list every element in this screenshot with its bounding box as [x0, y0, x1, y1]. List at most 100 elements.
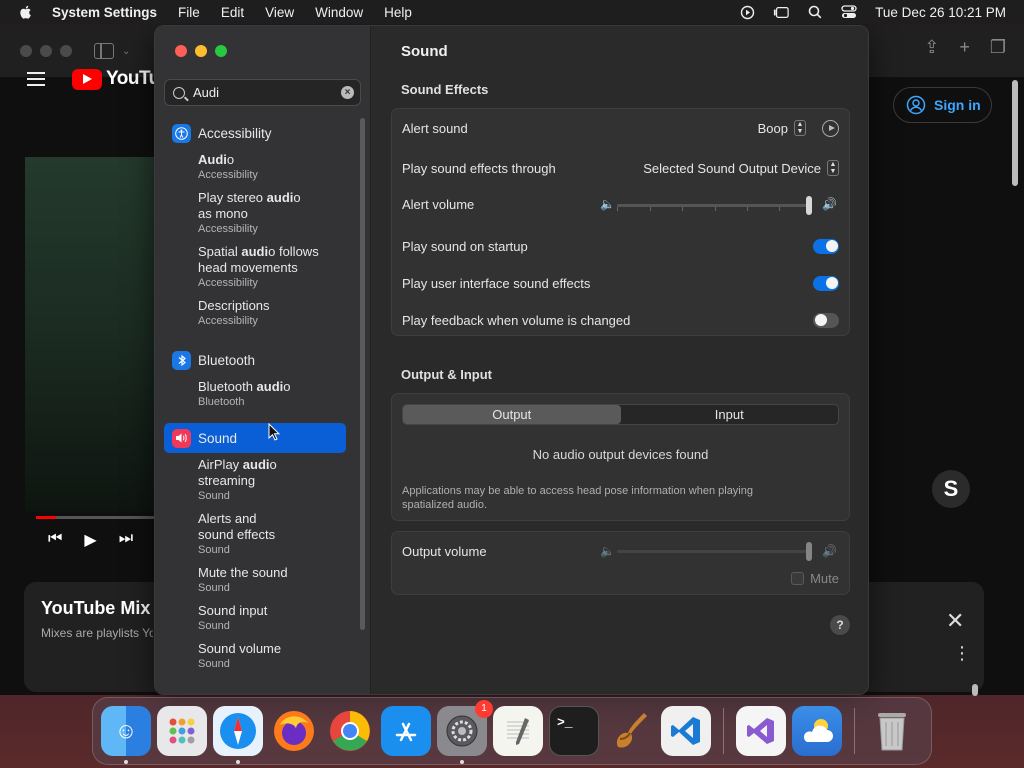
sidebar-item-sound[interactable]: Sound: [164, 423, 346, 453]
dock-trash-icon[interactable]: [867, 706, 917, 756]
menu-bar: System Settings File Edit View Window He…: [0, 0, 1024, 24]
sign-in-button[interactable]: Sign in: [893, 87, 992, 123]
stage-manager-icon[interactable]: [773, 4, 789, 20]
dock-chrome-icon[interactable]: [325, 706, 375, 756]
slider-thumb[interactable]: [806, 542, 812, 561]
menu-help[interactable]: Help: [384, 5, 412, 20]
minimize-window-button[interactable]: [195, 45, 207, 57]
result-category: Accessibility: [198, 223, 258, 235]
sidebar-item-accessibility[interactable]: Accessibility: [164, 118, 346, 148]
menu-window[interactable]: Window: [315, 5, 363, 20]
shazam-icon[interactable]: S: [932, 470, 970, 508]
dock-visual-studio-icon[interactable]: [736, 706, 786, 756]
page-title: Sound: [401, 43, 448, 60]
spotlight-search-icon[interactable]: [807, 4, 823, 20]
dock-safari-icon[interactable]: [213, 706, 263, 764]
search-input[interactable]: [193, 85, 333, 100]
volume-feedback-row: Play feedback when volume is changed: [402, 311, 839, 329]
dock-instruments-icon[interactable]: [605, 706, 655, 756]
dock-textedit-icon[interactable]: [493, 706, 543, 756]
result-sound-volume[interactable]: Sound volume Sound: [164, 641, 346, 671]
result-title: Bluetooth audio: [198, 379, 291, 394]
result-play-stereo-audio-as-mono[interactable]: Play stereo audio as mono Accessibility: [164, 190, 346, 236]
menu-clock[interactable]: Tue Dec 26 10:21 PM: [875, 5, 1006, 20]
volume-feedback-toggle[interactable]: [813, 312, 839, 328]
sidebar-search[interactable]: ×: [164, 79, 361, 106]
startup-sound-label: Play sound on startup: [402, 238, 528, 254]
result-mute-the-sound[interactable]: Mute the sound Sound: [164, 565, 346, 595]
result-descriptions[interactable]: Descriptions Accessibility: [164, 298, 346, 328]
result-alerts-and-sound-effects[interactable]: Alerts and sound effects Sound: [164, 511, 346, 557]
result-title: AirPlay audio streaming: [198, 457, 277, 488]
apple-menu-icon[interactable]: [18, 4, 34, 20]
more-options-icon[interactable]: ⋮: [953, 644, 971, 662]
preview-sound-icon[interactable]: [822, 119, 839, 137]
result-category: Sound: [198, 582, 230, 594]
volume-low-icon: 🔈: [600, 197, 615, 211]
browser-sidebar-icon[interactable]: [94, 43, 114, 59]
chevron-down-icon[interactable]: ⌄: [122, 46, 130, 57]
result-bluetooth-audio[interactable]: Bluetooth audio Bluetooth: [164, 379, 346, 409]
result-sound-input[interactable]: Sound input Sound: [164, 603, 346, 633]
ui-sound-effects-toggle[interactable]: [813, 275, 839, 291]
search-icon: [173, 86, 185, 99]
output-volume-slider[interactable]: [617, 542, 812, 561]
result-airplay-audio-streaming[interactable]: AirPlay audio streaming Sound: [164, 457, 346, 503]
result-category: Accessibility: [198, 169, 258, 181]
result-spatial-audio-follows-head[interactable]: Spatial audio follows head movements Acce…: [164, 244, 346, 290]
dock-terminal-icon[interactable]: >_: [549, 706, 599, 756]
screen-record-icon[interactable]: [739, 4, 755, 20]
close-icon[interactable]: ✕: [946, 608, 964, 634]
alert-sound-popup[interactable]: Boop ▲ ▼: [758, 119, 839, 137]
menu-file[interactable]: File: [178, 5, 200, 20]
alert-volume-slider[interactable]: [617, 196, 812, 215]
menu-view[interactable]: View: [265, 5, 294, 20]
browser-scrollbar[interactable]: [1012, 80, 1018, 186]
alert-sound-row: Alert sound Boop ▲ ▼: [402, 119, 839, 137]
video-player[interactable]: [25, 157, 155, 512]
video-progress-bar[interactable]: [36, 516, 154, 519]
tab-overview-icon[interactable]: ❐: [990, 37, 1006, 58]
sidebar-item-label: Accessibility: [198, 125, 272, 141]
close-window-button[interactable]: [175, 45, 187, 57]
dock-separator: [854, 708, 855, 754]
share-icon[interactable]: ⇪: [924, 37, 939, 58]
mute-checkbox-row[interactable]: Mute: [791, 571, 839, 586]
result-audio[interactable]: Audio Accessibility: [164, 152, 346, 182]
startup-sound-toggle[interactable]: [813, 238, 839, 254]
dock-vscode-icon[interactable]: [661, 706, 711, 756]
youtube-play-icon: [72, 68, 102, 90]
panel-scrollbar[interactable]: [972, 684, 978, 696]
mute-checkbox[interactable]: [791, 572, 805, 585]
sidebar-scrollbar[interactable]: [360, 118, 365, 630]
menu-app-name[interactable]: System Settings: [52, 5, 157, 20]
dock-system-settings-icon[interactable]: 1: [437, 700, 493, 764]
dock-finder-icon[interactable]: ☺: [101, 706, 151, 764]
dock-app-store-icon[interactable]: [381, 706, 431, 756]
control-center-icon[interactable]: [841, 4, 857, 20]
tab-input[interactable]: Input: [621, 405, 839, 424]
new-tab-icon[interactable]: +: [959, 37, 970, 58]
hamburger-menu-icon[interactable]: [27, 72, 45, 86]
dock-firefox-icon[interactable]: [269, 706, 319, 756]
next-icon[interactable]: ⏭: [119, 530, 133, 550]
menu-edit[interactable]: Edit: [221, 5, 244, 20]
zoom-window-button[interactable]: [215, 45, 227, 57]
dock-separator: [723, 708, 724, 754]
dock-weather-icon[interactable]: [792, 706, 842, 756]
previous-icon[interactable]: ⏮: [48, 530, 62, 550]
dock-launchpad-icon[interactable]: [157, 706, 207, 756]
sidebar-item-bluetooth[interactable]: Bluetooth: [164, 345, 346, 375]
output-input-segmented-control: Output Input: [402, 404, 839, 425]
search-results: Accessibility Audio Accessibility Play s…: [164, 118, 346, 679]
play-through-popup[interactable]: Selected Sound Output Device ▲ ▼: [643, 160, 839, 176]
slider-thumb[interactable]: [806, 196, 812, 215]
clear-search-icon[interactable]: ×: [341, 86, 354, 99]
ui-sound-effects-row: Play user interface sound effects: [402, 274, 839, 292]
browser-window-controls[interactable]: [20, 45, 72, 57]
tab-output[interactable]: Output: [403, 405, 621, 424]
result-title: Descriptions: [198, 298, 270, 313]
play-icon[interactable]: ▶: [84, 530, 96, 550]
help-button[interactable]: ?: [830, 615, 850, 635]
result-category: Sound: [198, 490, 230, 502]
